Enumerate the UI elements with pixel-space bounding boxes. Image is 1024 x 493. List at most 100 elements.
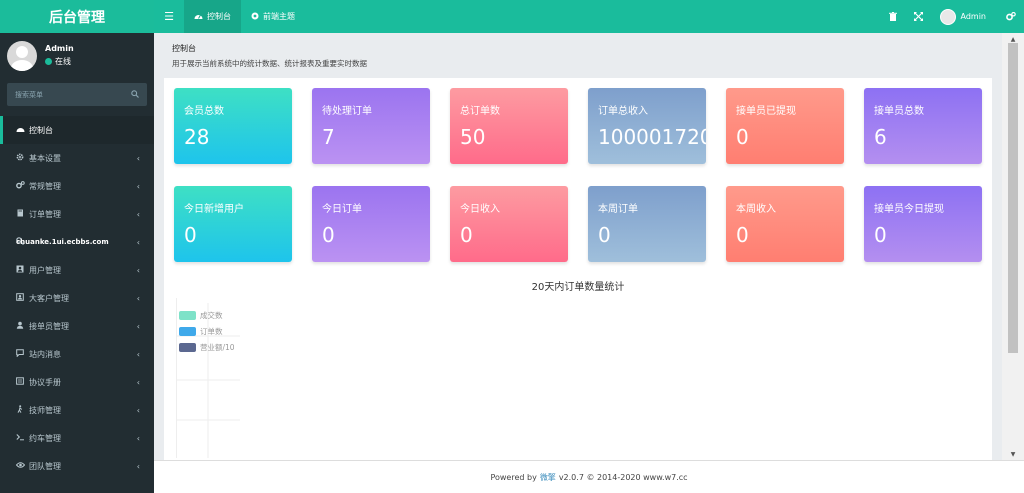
menu-icon: ☰ <box>164 10 174 23</box>
sidebar: Admin 在线 搜索菜单 控制台 基本设置 ‹ 常规管理 ‹ 订单管理 ‹ ‹ chuanke… <box>0 33 154 493</box>
sidebar-user-panel: Admin 在线 <box>0 33 154 78</box>
stat-card-value: 0 <box>598 223 611 247</box>
dashboard-icon <box>14 125 26 135</box>
stat-card: 接单员今日提现 0 <box>864 186 982 262</box>
stat-card: 今日新增用户 0 <box>174 186 292 262</box>
stat-card: 今日收入 0 <box>450 186 568 262</box>
online-status: 在线 <box>45 56 74 67</box>
chevron-left-icon: ‹ <box>136 377 140 387</box>
sidebar-item-7[interactable]: 接单员管理 ‹ <box>0 312 154 340</box>
sidebar-item-label: 约车管理 <box>29 433 61 443</box>
footer: Powered by 微擎 v2.0.7 © 2014-2020 www.w7.… <box>154 460 1024 493</box>
sidebar-item-4[interactable]: ‹ chuanke.1ui.ecbbs.com <box>0 228 154 256</box>
handbook-icon <box>14 377 26 387</box>
chat-icon <box>14 349 26 359</box>
sidebar-item-label: 协议手册 <box>29 377 61 387</box>
tab-dashboard[interactable]: 控制台 <box>184 0 241 33</box>
chevron-left-icon: ‹ <box>136 349 140 359</box>
sidebar-user-name: Admin <box>45 44 74 53</box>
sidebar-item-2[interactable]: 常规管理 ‹ <box>0 172 154 200</box>
avatar <box>939 8 956 25</box>
legend-item[interactable]: 营业额/10 <box>179 339 235 355</box>
stat-card-label: 今日新增用户 <box>184 204 244 215</box>
sidebar-item-0[interactable]: 控制台 <box>0 116 154 144</box>
tab-frontend-theme-label: 前端主题 <box>263 12 295 21</box>
search-icon[interactable] <box>131 89 139 100</box>
walker-icon <box>14 405 26 415</box>
legend-swatch <box>179 326 196 336</box>
scroll-down-arrow-icon[interactable]: ▼ <box>1002 448 1024 460</box>
stat-card-label: 会员总数 <box>184 106 224 117</box>
sidebar-item-label: 大客户管理 <box>29 293 69 303</box>
footer-brand-link[interactable]: 微擎 <box>540 472 556 483</box>
stat-card: 总订单数 50 <box>450 88 568 164</box>
book-icon <box>14 209 26 219</box>
sidebar-item-5[interactable]: 用户管理 ‹ <box>0 256 154 284</box>
stat-card-value: 100001720 <box>598 125 706 149</box>
terminal-icon <box>14 433 26 443</box>
stat-card-label: 待处理订单 <box>322 106 372 117</box>
user-menu[interactable]: Admin <box>932 8 999 25</box>
sidebar-menu: 控制台 基本设置 ‹ 常规管理 ‹ 订单管理 ‹ ‹ chuanke.1ui.ecbbs.com… <box>0 116 154 480</box>
stat-card-label: 接单员总数 <box>874 106 924 117</box>
user-name: Admin <box>960 12 987 21</box>
sidebar-item-6[interactable]: 大客户管理 ‹ <box>0 284 154 312</box>
page-header: 控制台 用于展示当前系统中的统计数据、统计报表及重要实时数据 <box>164 33 992 78</box>
trash-icon[interactable] <box>880 12 906 21</box>
sidebar-item-label: 订单管理 <box>29 209 61 219</box>
chevron-left-icon: ‹ <box>136 461 140 471</box>
sidebar-toggle-button[interactable]: ☰ <box>154 0 184 33</box>
scrollbar-thumb[interactable] <box>1008 43 1018 353</box>
legend-item[interactable]: 订单数 <box>179 323 235 339</box>
cogs-icon[interactable] <box>998 12 1024 21</box>
page-scrollbar[interactable]: ▲ ▼ <box>1002 33 1024 460</box>
sidebar-item-12[interactable]: 团队管理 ‹ <box>0 452 154 480</box>
sidebar-item-label: 基本设置 <box>29 153 61 163</box>
sidebar-item-9[interactable]: 协议手册 ‹ <box>0 368 154 396</box>
status-label: 在线 <box>55 57 71 66</box>
main-content: 控制台 用于展示当前系统中的统计数据、统计报表及重要实时数据 会员总数 28 待处理… <box>154 33 1002 460</box>
sidebar-item-label: 用户管理 <box>29 265 61 275</box>
footer-copyright: v2.0.7 © 2014-2020 www.w7.cc <box>558 472 688 482</box>
app-logo[interactable]: 后台管理 <box>0 0 154 33</box>
sidebar-item-1[interactable]: 基本设置 ‹ <box>0 144 154 172</box>
sidebar-item-8[interactable]: 站内消息 ‹ <box>0 340 154 368</box>
chevron-left-icon: ‹ <box>136 321 140 331</box>
legend-label: 营业额/10 <box>200 342 235 352</box>
chevron-left-icon: ‹ <box>136 181 140 191</box>
stat-card-label: 订单总收入 <box>598 106 648 117</box>
legend-item[interactable]: 成交数 <box>179 307 235 323</box>
stat-card: 订单总收入 100001720 <box>588 88 706 164</box>
stat-card-value: 7 <box>322 125 335 149</box>
stat-card-label: 今日订单 <box>322 204 362 215</box>
sidebar-item-10[interactable]: 技师管理 ‹ <box>0 396 154 424</box>
sidebar-item-11[interactable]: 约车管理 ‹ <box>0 424 154 452</box>
chevron-left-icon: ‹ <box>136 293 140 303</box>
menu-search-placeholder: 搜索菜单 <box>15 90 43 99</box>
chevron-left-icon: ‹ <box>136 265 140 275</box>
sidebar-item-3[interactable]: 订单管理 ‹ <box>0 200 154 228</box>
chevron-left-icon: ‹ <box>136 237 140 247</box>
circle-icon <box>251 12 259 22</box>
tab-frontend-theme[interactable]: 前端主题 <box>241 0 305 33</box>
stat-card-label: 今日收入 <box>460 204 500 215</box>
chart-legend: 成交数 订单数营业额/10 <box>179 307 235 355</box>
stat-card-value: 6 <box>874 125 887 149</box>
legend-swatch <box>179 310 196 320</box>
stat-card: 接单员总数 6 <box>864 88 982 164</box>
menu-search-input[interactable]: 搜索菜单 <box>7 83 147 106</box>
top-navbar: ☰ 控制台 前端主题 Admin <box>154 0 1024 33</box>
stat-card: 本周订单 0 <box>588 186 706 262</box>
stat-card-value: 28 <box>184 125 210 149</box>
fullscreen-icon[interactable] <box>906 12 932 21</box>
sidebar-item-label: 常规管理 <box>29 181 61 191</box>
sidebar-item-label: 技师管理 <box>29 405 61 415</box>
stat-card-label: 本周收入 <box>736 204 776 215</box>
stat-card-label: 本周订单 <box>598 204 638 215</box>
stat-card-value: 0 <box>736 223 749 247</box>
sidebar-item-label: 站内消息 <box>29 349 61 359</box>
tab-dashboard-label: 控制台 <box>207 12 231 21</box>
stat-card-value: 0 <box>460 223 473 247</box>
chart-title: 20天内订单数量统计 <box>531 282 625 293</box>
stat-card: 今日订单 0 <box>312 186 430 262</box>
